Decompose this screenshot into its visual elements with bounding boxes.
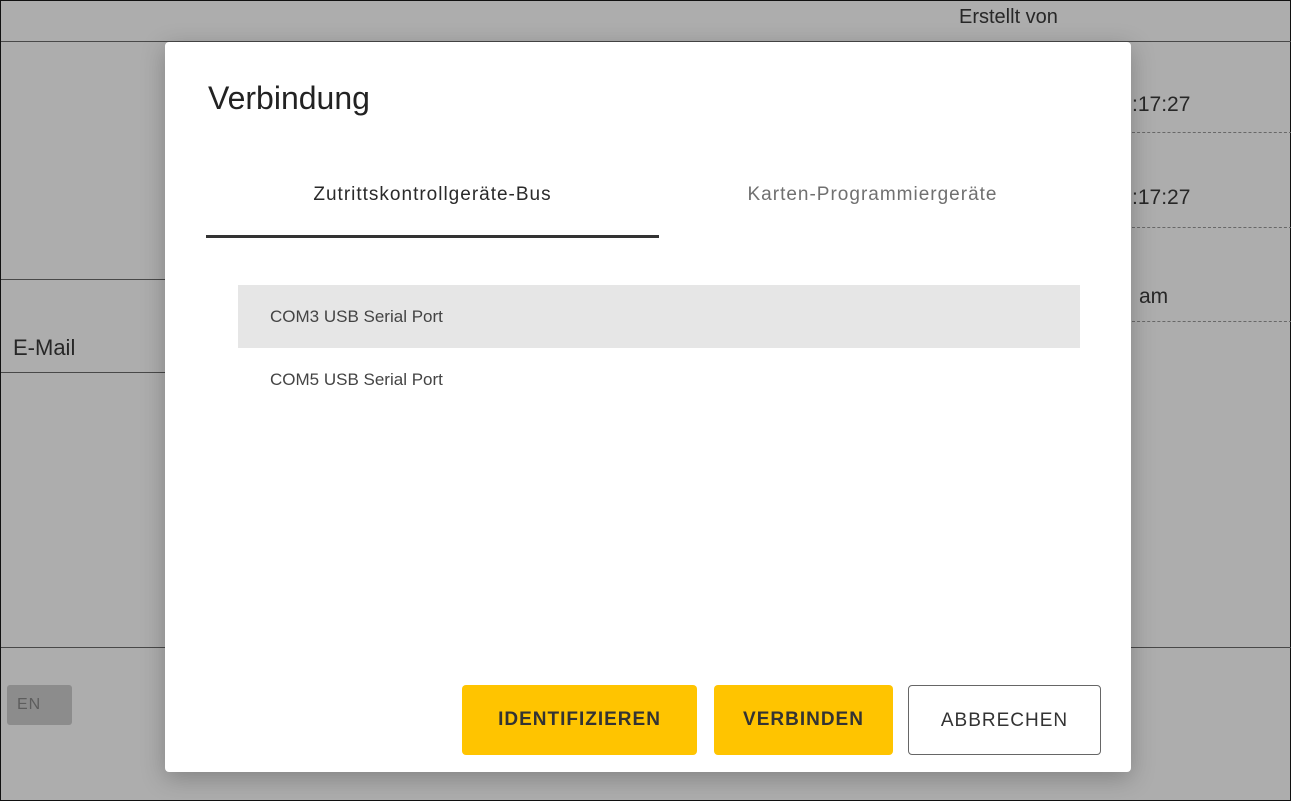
list-item-com3[interactable]: COM3 USB Serial Port [238, 285, 1080, 348]
dialog-title: Verbindung [208, 80, 370, 116]
tab-card-programmers[interactable]: Karten-Programmiergeräte [659, 172, 1086, 238]
port-list: COM3 USB Serial Port COM5 USB Serial Por… [238, 285, 1080, 411]
connection-dialog: Verbindung Zutrittskontrollgeräte-Bus Ka… [165, 42, 1131, 772]
list-item-com5[interactable]: COM5 USB Serial Port [238, 348, 1080, 411]
cancel-button[interactable]: ABBRECHEN [908, 685, 1101, 755]
identify-button[interactable]: IDENTIFIZIEREN [462, 685, 697, 755]
tab-access-control-bus[interactable]: Zutrittskontrollgeräte-Bus [206, 172, 659, 238]
tab-bar: Zutrittskontrollgeräte-Bus Karten-Progra… [206, 172, 1086, 238]
connect-button[interactable]: VERBINDEN [714, 685, 893, 755]
